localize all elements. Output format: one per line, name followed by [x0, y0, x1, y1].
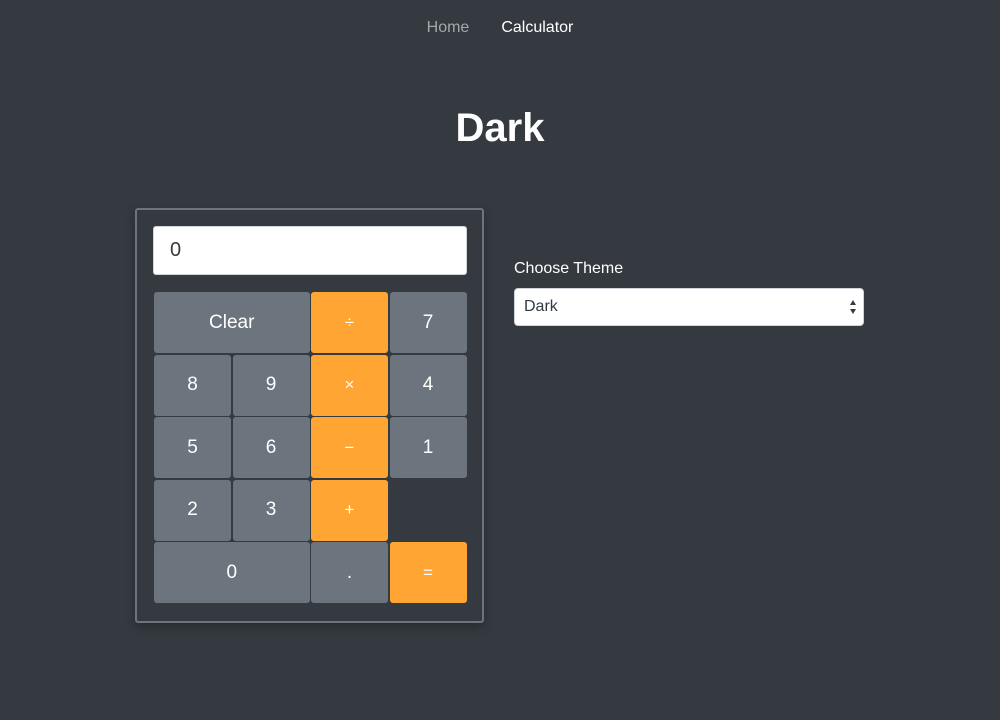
calculator-display: 0 — [153, 226, 467, 275]
clear-button[interactable]: Clear — [154, 292, 310, 353]
digit-8-button[interactable]: 8 — [154, 354, 231, 416]
digit-4-button[interactable]: 4 — [389, 354, 467, 416]
digit-6-button[interactable]: 6 — [232, 417, 310, 478]
theme-label: Choose Theme — [514, 260, 624, 277]
subtract-button[interactable]: − — [311, 417, 388, 478]
theme-select[interactable]: Dark — [514, 288, 864, 326]
digit-2-button[interactable]: 2 — [154, 479, 231, 541]
add-button[interactable]: + — [311, 479, 388, 541]
page-title: Dark — [455, 106, 545, 150]
divide-button[interactable]: ÷ — [311, 292, 388, 353]
multiply-button[interactable]: × — [311, 354, 388, 416]
nav-calculator-link[interactable]: Calculator — [501, 17, 573, 39]
app-page: Home Calculator Dark 0 Clear ÷ 7 8 9 × 4… — [0, 0, 1000, 720]
theme-select-value: Dark — [524, 298, 558, 315]
digit-9-button[interactable]: 9 — [232, 354, 310, 416]
decimal-button[interactable]: . — [311, 542, 388, 603]
digit-7-button[interactable]: 7 — [389, 292, 467, 353]
up-down-arrows-icon — [850, 300, 856, 314]
digit-3-button[interactable]: 3 — [232, 479, 310, 541]
digit-0-button[interactable]: 0 — [154, 542, 310, 603]
digit-5-button[interactable]: 5 — [154, 417, 231, 478]
calculator: 0 Clear ÷ 7 8 9 × 4 5 6 − 1 2 3 + 0 . = — [135, 208, 484, 623]
digit-1-button[interactable]: 1 — [389, 417, 467, 478]
equals-button[interactable]: = — [389, 542, 467, 603]
calculator-keypad: Clear ÷ 7 8 9 × 4 5 6 − 1 2 3 + 0 . = — [154, 292, 467, 606]
nav-home-link[interactable]: Home — [427, 17, 470, 39]
top-nav: Home Calculator — [0, 17, 1000, 39]
